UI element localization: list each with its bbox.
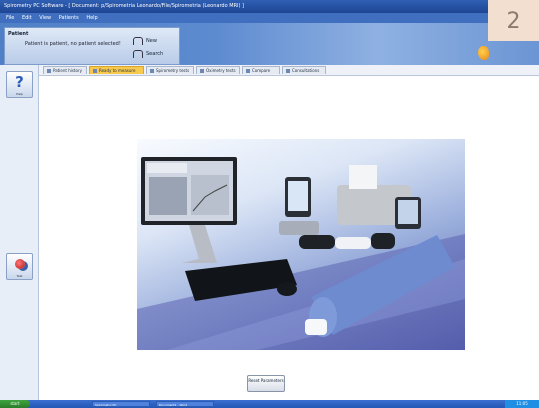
new-patient-icon (133, 37, 143, 45)
product-illustration (137, 157, 465, 350)
compare-icon (246, 69, 250, 73)
history-icon (47, 69, 51, 73)
measure-button[interactable]: Test (6, 253, 33, 280)
oximetry-icon (200, 69, 204, 73)
measure-icon (15, 259, 25, 269)
tab-label: Oximetry tests (206, 68, 236, 73)
tab-label: Spirometry tests (156, 68, 190, 73)
system-tray: 11:05 (505, 400, 539, 408)
search-patient-button[interactable]: Search (133, 50, 163, 58)
patient-panel: Patient Patient is patient, no patient s… (4, 27, 180, 65)
tab-label: Compare (252, 68, 271, 73)
reset-parameters-label: Reset Parameters (248, 378, 284, 383)
product-image (137, 139, 465, 350)
help-button[interactable]: ? Help (6, 71, 33, 98)
clock: 11:05 (516, 401, 528, 406)
tab-label: Patient history (53, 68, 82, 73)
measure-tab-icon (93, 69, 97, 73)
window-title: Spirometry PC Software - [ Document: p/S… (4, 3, 245, 9)
new-patient-label: New (146, 38, 157, 44)
start-label: start (10, 401, 20, 406)
page-number: 2 (506, 9, 521, 34)
reset-parameters-button[interactable]: Reset Parameters (247, 375, 285, 392)
help-label: Help (16, 92, 23, 96)
search-patient-icon (133, 50, 143, 58)
tab-spirometry-tests[interactable]: Spirometry tests (146, 66, 194, 74)
patient-panel-title: Patient (8, 31, 29, 37)
taskbar-item-word[interactable]: Document1 - Word (156, 401, 214, 407)
menu-edit[interactable]: Edit (22, 15, 32, 21)
logo-icon (478, 46, 489, 60)
menu-bar: File Edit View Patients Help (0, 13, 539, 23)
taskbar-item-app[interactable]: Spirometry PC (92, 401, 150, 407)
consultations-icon (286, 69, 290, 73)
tab-label: Ready to measure (99, 68, 136, 73)
page-number-badge: 2 (488, 0, 539, 41)
tab-ready-to-measure[interactable]: Ready to measure (89, 66, 144, 74)
tab-compare[interactable]: Compare (242, 66, 280, 74)
menu-view[interactable]: View (39, 15, 51, 21)
start-button[interactable]: start (0, 400, 30, 408)
tab-label: Consultations (292, 68, 320, 73)
menu-help[interactable]: Help (86, 15, 97, 21)
menu-file[interactable]: File (6, 15, 14, 21)
taskbar-item-label: Document1 - Word (159, 403, 188, 407)
window-title-bar: Spirometry PC Software - [ Document: p/S… (0, 0, 539, 13)
taskbar-item-label: Spirometry PC (95, 403, 117, 407)
tab-consultations[interactable]: Consultations (282, 66, 326, 74)
left-sidebar: ? Help Test (0, 65, 39, 400)
help-icon: ? (15, 73, 24, 91)
patient-status-text: Patient is patient, no patient selected! (25, 41, 121, 47)
tab-oximetry-tests[interactable]: Oximetry tests (196, 66, 240, 74)
taskbar: start Spirometry PC Document1 - Word 11:… (0, 400, 539, 408)
search-patient-label: Search (146, 51, 164, 57)
new-patient-button[interactable]: New (133, 37, 157, 45)
menu-patients[interactable]: Patients (59, 15, 79, 21)
tab-patient-history[interactable]: Patient history (43, 66, 87, 74)
measure-label: Test (16, 274, 23, 278)
tab-bar: Patient history Ready to measure Spirome… (38, 65, 539, 76)
spirometry-icon (150, 69, 154, 73)
